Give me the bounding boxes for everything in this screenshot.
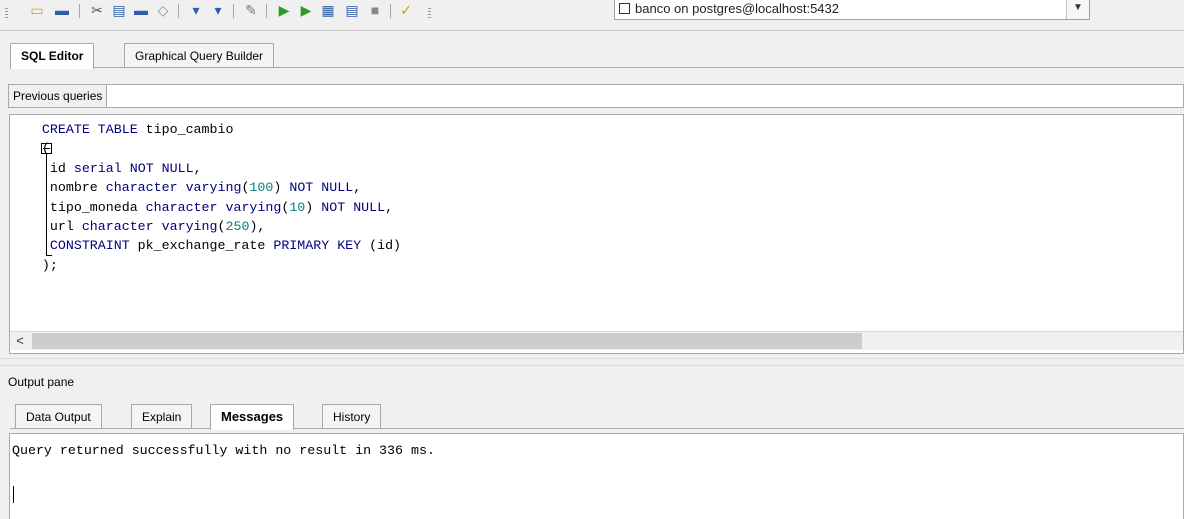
toolbar-separator bbox=[390, 4, 391, 18]
toolbar-separator bbox=[178, 4, 179, 18]
toolbar-separator bbox=[79, 4, 80, 18]
messages-panel[interactable]: Query returned successfully with no resu… bbox=[9, 433, 1184, 519]
open-folder-icon[interactable]: ▭ bbox=[27, 1, 47, 19]
code-line: url character varying(250), bbox=[49, 219, 266, 235]
toolbar-grip[interactable] bbox=[5, 8, 8, 20]
pane-splitter[interactable] bbox=[0, 358, 1184, 366]
tab-messages[interactable]: Messages bbox=[210, 404, 295, 430]
help-icon[interactable]: ✓ bbox=[396, 1, 416, 19]
tab-graphical-query-builder[interactable]: Graphical Query Builder bbox=[124, 43, 275, 68]
code-line: id serial NOT NULL, bbox=[49, 160, 202, 176]
replace-icon[interactable]: ▾ bbox=[208, 1, 228, 19]
main-toolbar: ▭ ▬ ✂ ▤ ▬ ◇ ▾ ▾ ✎ ▶ ▶ ▦ ▤ ■ ✓ banco on p… bbox=[0, 0, 1184, 31]
execute-to-file-icon[interactable]: ▦ bbox=[318, 1, 338, 19]
explain-icon[interactable]: ▤ bbox=[342, 1, 362, 19]
connection-label: banco on postgres@localhost:5432 bbox=[619, 1, 839, 16]
code-line: tipo_moneda character varying(10) NOT NU… bbox=[49, 199, 394, 215]
tab-sql-editor[interactable]: SQL Editor bbox=[10, 43, 95, 69]
code-line: ); bbox=[41, 257, 58, 273]
chevron-down-icon[interactable]: ▼ bbox=[1066, 0, 1089, 19]
copy-icon[interactable]: ▤ bbox=[109, 1, 129, 19]
checkbox-icon bbox=[619, 3, 630, 14]
sql-code[interactable]: CREATE TABLE tipo_cambio ( id serial NOT… bbox=[10, 120, 401, 275]
execute-pgscript-icon[interactable]: ▶ bbox=[296, 1, 316, 19]
clear-icon[interactable]: ◇ bbox=[153, 1, 173, 19]
code-line: nombre character varying(100) NOT NULL, bbox=[49, 180, 362, 196]
scrollbar-thumb[interactable] bbox=[32, 333, 862, 349]
output-tabs-divider bbox=[10, 428, 1184, 429]
tab-history[interactable]: History bbox=[322, 404, 382, 429]
previous-queries-label: Previous queries bbox=[9, 85, 108, 107]
find-icon[interactable]: ▾ bbox=[186, 1, 206, 19]
tab-explain[interactable]: Explain bbox=[131, 404, 193, 429]
paste-icon[interactable]: ▬ bbox=[131, 1, 151, 19]
sql-editor[interactable]: CREATE TABLE tipo_cambio ( id serial NOT… bbox=[9, 114, 1184, 354]
toolbar-grip[interactable] bbox=[428, 8, 431, 20]
connection-select[interactable]: banco on postgres@localhost:5432 ▼ bbox=[614, 0, 1090, 20]
cut-icon[interactable]: ✂ bbox=[87, 1, 107, 19]
horizontal-scrollbar[interactable]: < bbox=[10, 331, 1183, 350]
connection-text: banco on postgres@localhost:5432 bbox=[635, 1, 840, 16]
code-line: CONSTRAINT pk_exchange_rate PRIMARY KEY … bbox=[49, 238, 402, 254]
query-result-message: Query returned successfully with no resu… bbox=[12, 443, 435, 458]
output-pane-title: Output pane bbox=[8, 375, 75, 389]
tabs-divider bbox=[10, 67, 1184, 68]
code-line: CREATE TABLE tipo_cambio bbox=[41, 122, 234, 137]
text-caret bbox=[13, 486, 14, 503]
edit-icon[interactable]: ✎ bbox=[241, 1, 261, 19]
previous-queries-bar: Previous queries bbox=[8, 84, 1184, 108]
code-line: ( bbox=[41, 141, 50, 157]
tab-data-output[interactable]: Data Output bbox=[15, 404, 102, 429]
save-icon[interactable]: ▬ bbox=[52, 1, 72, 19]
cancel-icon[interactable]: ■ bbox=[365, 1, 385, 19]
toolbar-separator bbox=[266, 4, 267, 18]
toolbar-separator bbox=[233, 4, 234, 18]
scroll-left-icon[interactable]: < bbox=[10, 332, 30, 350]
execute-icon[interactable]: ▶ bbox=[274, 1, 294, 19]
